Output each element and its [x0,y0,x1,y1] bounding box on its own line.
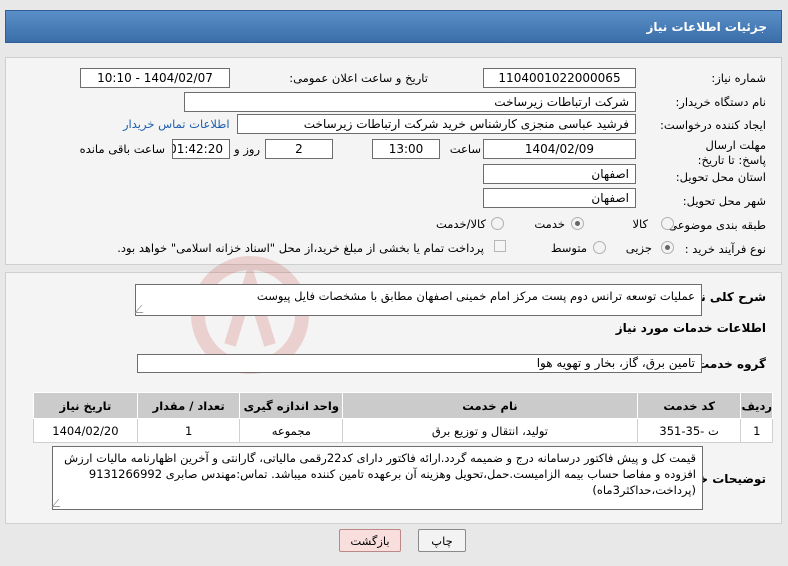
cell-row-number: 1 [740,418,773,443]
service-group-field: تامین برق، گاز، بخار و تهویه هوا [137,354,702,373]
col-need-date: تاریخ نیاز [33,392,138,419]
requester-label: ایجاد کننده درخواست: [660,118,766,132]
remaining-time-field: 01:42:20 [172,139,230,159]
print-button[interactable]: چاپ [418,529,466,552]
col-service-name: نام خدمت [342,392,638,419]
buyer-contact-link[interactable]: اطلاعات تماس خریدار [123,117,230,131]
col-service-code: کد خدمت [636,392,742,419]
cell-service-code: ت -35-351 [636,418,742,443]
buyer-notes-text: قیمت کل و پیش فاکتور درسامانه درج و ضمیم… [64,451,696,497]
need-number-label: شماره نیاز: [711,71,766,85]
services-header: اطلاعات خدمات مورد نیاز [615,321,766,335]
treasury-payment-label: پرداخت تمام یا بخشی از مبلغ خرید،از محل … [117,241,484,255]
category-option-goods: کالا [632,217,648,231]
treasury-payment-checkbox[interactable] [494,240,506,252]
info-section [5,57,782,265]
city-field: اصفهان [483,188,636,208]
buyer-org-label: نام دستگاه خریدار: [675,95,766,109]
buyer-notes-field: قیمت کل و پیش فاکتور درسامانه درج و ضمیم… [51,446,703,510]
panel-title: جزئیات اطلاعات نیاز [5,10,782,43]
col-row-number: ردیف [740,392,773,419]
col-unit: واحد اندازه گیری [239,392,344,419]
resize-grip-icon[interactable] [134,305,150,313]
process-radio-minor[interactable] [661,241,674,254]
category-label: طبقه بندی موضوعی: [664,218,766,232]
province-label: استان محل تحویل: [675,170,766,184]
services-table: ردیف کد خدمت نام خدمت واحد اندازه گیری ت… [33,392,773,443]
table-header-row: ردیف کد خدمت نام خدمت واحد اندازه گیری ت… [33,392,773,419]
cell-quantity: 1 [136,418,241,443]
days-field: 2 [265,139,333,159]
requester-field: فرشید عباسی منجزی کارشناس خرید شرکت ارتب… [237,114,636,134]
cell-service-name: تولید، انتقال و توزیع برق [342,418,638,443]
process-label: نوع فرآیند خرید : [684,242,766,256]
announce-datetime-label: تاریخ و ساعت اعلان عمومی: [289,71,428,85]
process-option-minor: جزیی [625,241,652,255]
service-group-label: گروه خدمت: [692,357,766,371]
resize-grip-icon[interactable] [51,499,67,507]
cell-unit: مجموعه [239,418,344,443]
description-general-field: عملیات توسعه ترانس دوم پست مرکز امام خمی… [134,284,702,316]
category-option-goods-service: کالا/خدمت [435,217,486,231]
deadline-label: مهلت ارسال پاسخ: تا تاریخ: [697,138,766,167]
category-radio-goods[interactable] [661,217,674,230]
process-radio-medium[interactable] [593,241,606,254]
days-word-label: روز و [234,142,260,156]
deadline-date-field: 1404/02/09 [483,139,636,159]
buyer-org-field: شرکت ارتباطات زیرساخت [184,92,636,112]
category-radio-goods-service[interactable] [491,217,504,230]
province-field: اصفهان [483,164,636,184]
remaining-label: ساعت باقی مانده [79,142,165,156]
col-quantity: تعداد / مقدار [136,392,241,419]
category-option-service: خدمت [534,217,565,231]
back-button[interactable]: بازگشت [339,529,401,552]
deadline-time-field: 13:00 [372,139,440,159]
announce-datetime-field: 1404/02/07 - 10:10 [80,68,230,88]
time-word-label: ساعت [449,142,481,156]
description-general-text: عملیات توسعه ترانس دوم پست مرکز امام خمی… [256,289,695,303]
table-row: 1 ت -35-351 تولید، انتقال و توزیع برق مج… [33,418,773,443]
need-number-field: 1104001022000065 [483,68,636,88]
cell-need-date: 1404/02/20 [33,418,138,443]
category-radio-service[interactable] [571,217,584,230]
process-option-medium: متوسط [550,241,587,255]
city-label: شهر محل تحویل: [682,194,766,208]
